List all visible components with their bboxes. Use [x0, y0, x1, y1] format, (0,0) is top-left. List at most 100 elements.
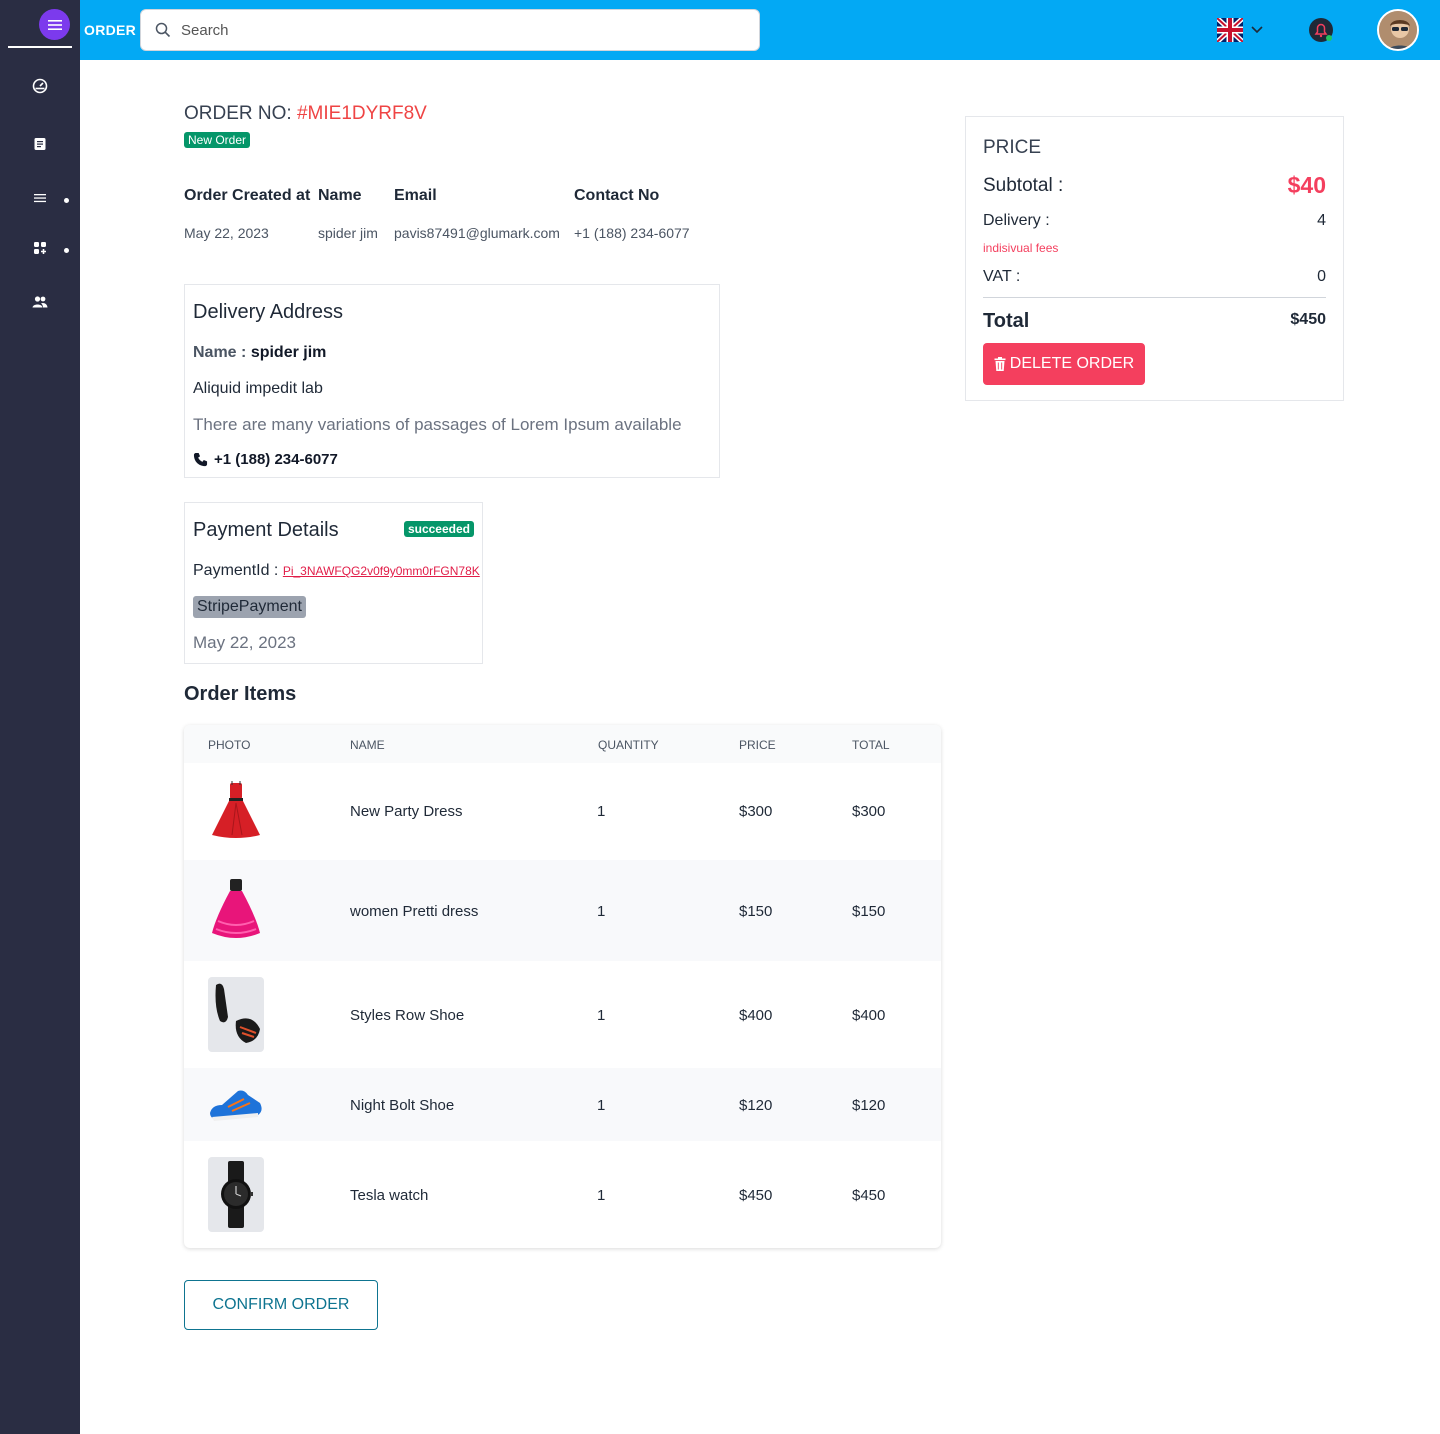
customer-name-value: spider jim — [318, 225, 378, 241]
name-header: Name — [318, 187, 362, 204]
delivery-address-title: Delivery Address — [193, 301, 344, 323]
payment-method-badge: StripePayment — [193, 596, 306, 618]
item-name: women Pretti dress — [350, 903, 479, 920]
sidebar-item-users[interactable] — [0, 287, 80, 317]
blue-shoe-image — [208, 1083, 264, 1125]
red-dress-image — [208, 779, 264, 843]
delete-order-button[interactable]: DELETE ORDER — [983, 343, 1145, 385]
item-name: Tesla watch — [350, 1187, 429, 1204]
price-summary-card: PRICE Subtotal : $40 Delivery : 4 indisi… — [965, 116, 1344, 401]
payment-id-link[interactable]: Pi_3NAWFQG2v0f9y0mm0rFGN78K — [283, 564, 480, 578]
payment-id-label: PaymentId : — [193, 562, 279, 579]
table-row: Night Bolt Shoe 1 $120 $120 — [184, 1068, 941, 1141]
vat-label: VAT : — [983, 268, 1021, 285]
column-name: NAME — [350, 738, 385, 752]
delivery-name-value: spider jim — [250, 344, 327, 361]
document-icon — [34, 138, 46, 150]
sidebar-item-dashboard[interactable] — [0, 71, 80, 101]
top-bar: ORDER — [80, 0, 1440, 60]
payment-id-row: PaymentId : Pi_3NAWFQG2v0f9y0mm0rFGN78K — [193, 562, 480, 580]
delivery-phone-row: +1 (188) 234-6077 — [193, 451, 338, 468]
payment-details-card: Payment Details succeeded PaymentId : Pi… — [184, 502, 483, 664]
list-icon — [34, 194, 46, 203]
item-quantity: 1 — [597, 903, 606, 920]
column-photo: PHOTO — [208, 738, 251, 752]
search-box[interactable] — [140, 9, 760, 51]
created-at-value: May 22, 2023 — [184, 225, 269, 241]
created-at-header: Order Created at — [184, 187, 311, 204]
total-label: Total — [983, 310, 1030, 332]
payment-details-title: Payment Details — [193, 519, 339, 541]
email-header: Email — [394, 187, 437, 204]
table-row: women Pretti dress 1 $150 $150 — [184, 860, 941, 961]
watch-image — [208, 1157, 264, 1232]
delete-order-label: DELETE ORDER — [1009, 355, 1135, 372]
delivery-name-row: Name : spider jim — [193, 344, 326, 362]
order-items-title: Order Items — [184, 683, 297, 705]
contact-header: Contact No — [574, 187, 660, 204]
item-price: $450 — [739, 1187, 773, 1204]
apps-grid-icon — [34, 242, 46, 254]
item-quantity: 1 — [597, 1187, 606, 1204]
phone-icon — [193, 452, 208, 467]
delivery-fee-label: Delivery : — [983, 212, 1050, 229]
hamburger-icon — [47, 19, 62, 30]
delivery-address-card: Delivery Address Name : spider jim Aliqu… — [184, 284, 720, 478]
order-status-badge: New Order — [184, 132, 251, 148]
dashboard-icon — [32, 78, 48, 94]
item-total: $150 — [852, 903, 886, 920]
table-header: PHOTO NAME QUANTITY PRICE TOTAL — [184, 725, 941, 763]
item-price: $120 — [739, 1097, 773, 1114]
page-brand: ORDER — [84, 22, 137, 38]
item-total: $300 — [852, 803, 886, 820]
sidebar — [0, 0, 80, 1434]
delivery-address-line: Aliquid impedit lab — [193, 380, 323, 397]
language-flag-uk-icon[interactable] — [1215, 16, 1245, 44]
sidebar-item-orders[interactable] — [0, 129, 80, 159]
price-divider — [983, 297, 1326, 298]
order-items-table: PHOTO NAME QUANTITY PRICE TOTAL New Part… — [184, 725, 941, 1248]
sidebar-header — [8, 0, 72, 48]
delivery-fee-value: 4 — [1317, 212, 1326, 229]
subtotal-value: $40 — [1287, 172, 1326, 198]
contact-value: +1 (188) 234-6077 — [574, 225, 690, 241]
users-icon — [32, 296, 48, 308]
item-price: $300 — [739, 803, 773, 820]
column-total: TOTAL — [852, 738, 890, 752]
payment-status-badge: succeeded — [403, 521, 474, 537]
item-name: Styles Row Shoe — [350, 1007, 465, 1024]
subtotal-label: Subtotal : — [983, 175, 1064, 196]
menu-toggle-button[interactable] — [39, 9, 70, 40]
search-input[interactable] — [181, 21, 741, 39]
delivery-name-label: Name : — [193, 344, 247, 361]
delivery-phone: +1 (188) 234-6077 — [214, 451, 338, 468]
submenu-indicator — [64, 248, 69, 253]
total-value: $450 — [1290, 311, 1326, 328]
trash-icon — [994, 357, 1006, 371]
item-price: $150 — [739, 903, 773, 920]
price-title: PRICE — [983, 137, 1042, 158]
submenu-indicator — [64, 198, 69, 203]
item-total: $400 — [852, 1007, 886, 1024]
user-avatar[interactable] — [1377, 9, 1419, 51]
order-number-label: ORDER NO: — [184, 103, 292, 124]
table-row: New Party Dress 1 $300 $300 — [184, 763, 941, 860]
language-chevron-down-icon[interactable] — [1250, 20, 1264, 43]
item-quantity: 1 — [597, 1097, 606, 1114]
item-total: $450 — [852, 1187, 886, 1204]
confirm-order-button[interactable]: CONFIRM ORDER — [184, 1280, 378, 1330]
payment-date: May 22, 2023 — [193, 633, 297, 652]
column-quantity: QUANTITY — [598, 738, 659, 752]
item-price: $400 — [739, 1007, 773, 1024]
notification-bell-icon[interactable] — [1308, 17, 1334, 43]
vat-value: 0 — [1317, 268, 1326, 285]
item-name: Night Bolt Shoe — [350, 1097, 455, 1114]
email-value: pavis87491@glumark.com — [394, 225, 560, 241]
table-row: Styles Row Shoe 1 $400 $400 — [184, 961, 941, 1068]
item-quantity: 1 — [597, 1007, 606, 1024]
black-shoe-image — [208, 977, 264, 1052]
search-icon — [155, 22, 171, 38]
delivery-address-note: There are many variations of passages of… — [193, 415, 682, 434]
fees-note: indisivual fees — [983, 241, 1059, 255]
order-title: ORDER NO: #MIE1DYRF8V — [184, 103, 427, 125]
